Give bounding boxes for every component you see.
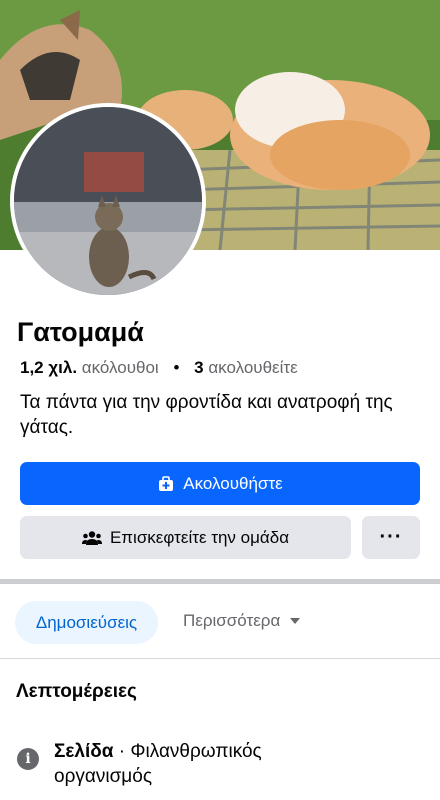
group-icon [81, 530, 102, 546]
follow-button-label: Ακολουθήστε [183, 473, 283, 493]
avatar-image [14, 107, 202, 295]
followers-count[interactable]: 1,2 χιλ. [20, 358, 77, 377]
more-options-icon: ··· [379, 526, 403, 548]
profile-stats: 1,2 χιλ. ακόλουθοι • 3 ακολουθείτε [20, 356, 298, 380]
page-title: Γατομαμά [17, 317, 144, 347]
tab-more-label: Περισσότερα [183, 611, 281, 630]
page-type-label: Σελίδα [54, 741, 114, 762]
following-label[interactable]: ακολουθείτε [208, 358, 297, 377]
visit-group-label: Επισκεφτείτε την ομάδα [109, 527, 290, 547]
profile-bio: Τα πάντα για την φροντίδα και ανατροφή τ… [20, 392, 393, 438]
visit-group-button[interactable]: Επισκεφτείτε την ομάδα [20, 516, 351, 559]
tab-more[interactable]: Περισσότερα [183, 611, 301, 631]
follow-button[interactable]: Ακολουθήστε [20, 462, 420, 505]
follow-icon [157, 475, 175, 493]
section-divider [0, 579, 440, 584]
following-count[interactable]: 3 [194, 358, 203, 377]
stats-separator: • [173, 358, 180, 377]
details-title: Λεπτομέρειες [16, 681, 137, 702]
profile-avatar[interactable] [14, 107, 202, 295]
caret-down-icon [290, 618, 301, 624]
more-options-button[interactable]: ··· [362, 516, 420, 559]
tab-posts[interactable]: Δημοσιεύσεις [15, 601, 158, 644]
tabs-divider [0, 658, 440, 659]
followers-label[interactable]: ακόλουθοι [82, 358, 159, 377]
page-category: Σελίδα · Φιλανθρωπικός οργανισμός [54, 739, 354, 789]
category-separator: · [113, 741, 131, 762]
info-icon: i [17, 748, 39, 770]
